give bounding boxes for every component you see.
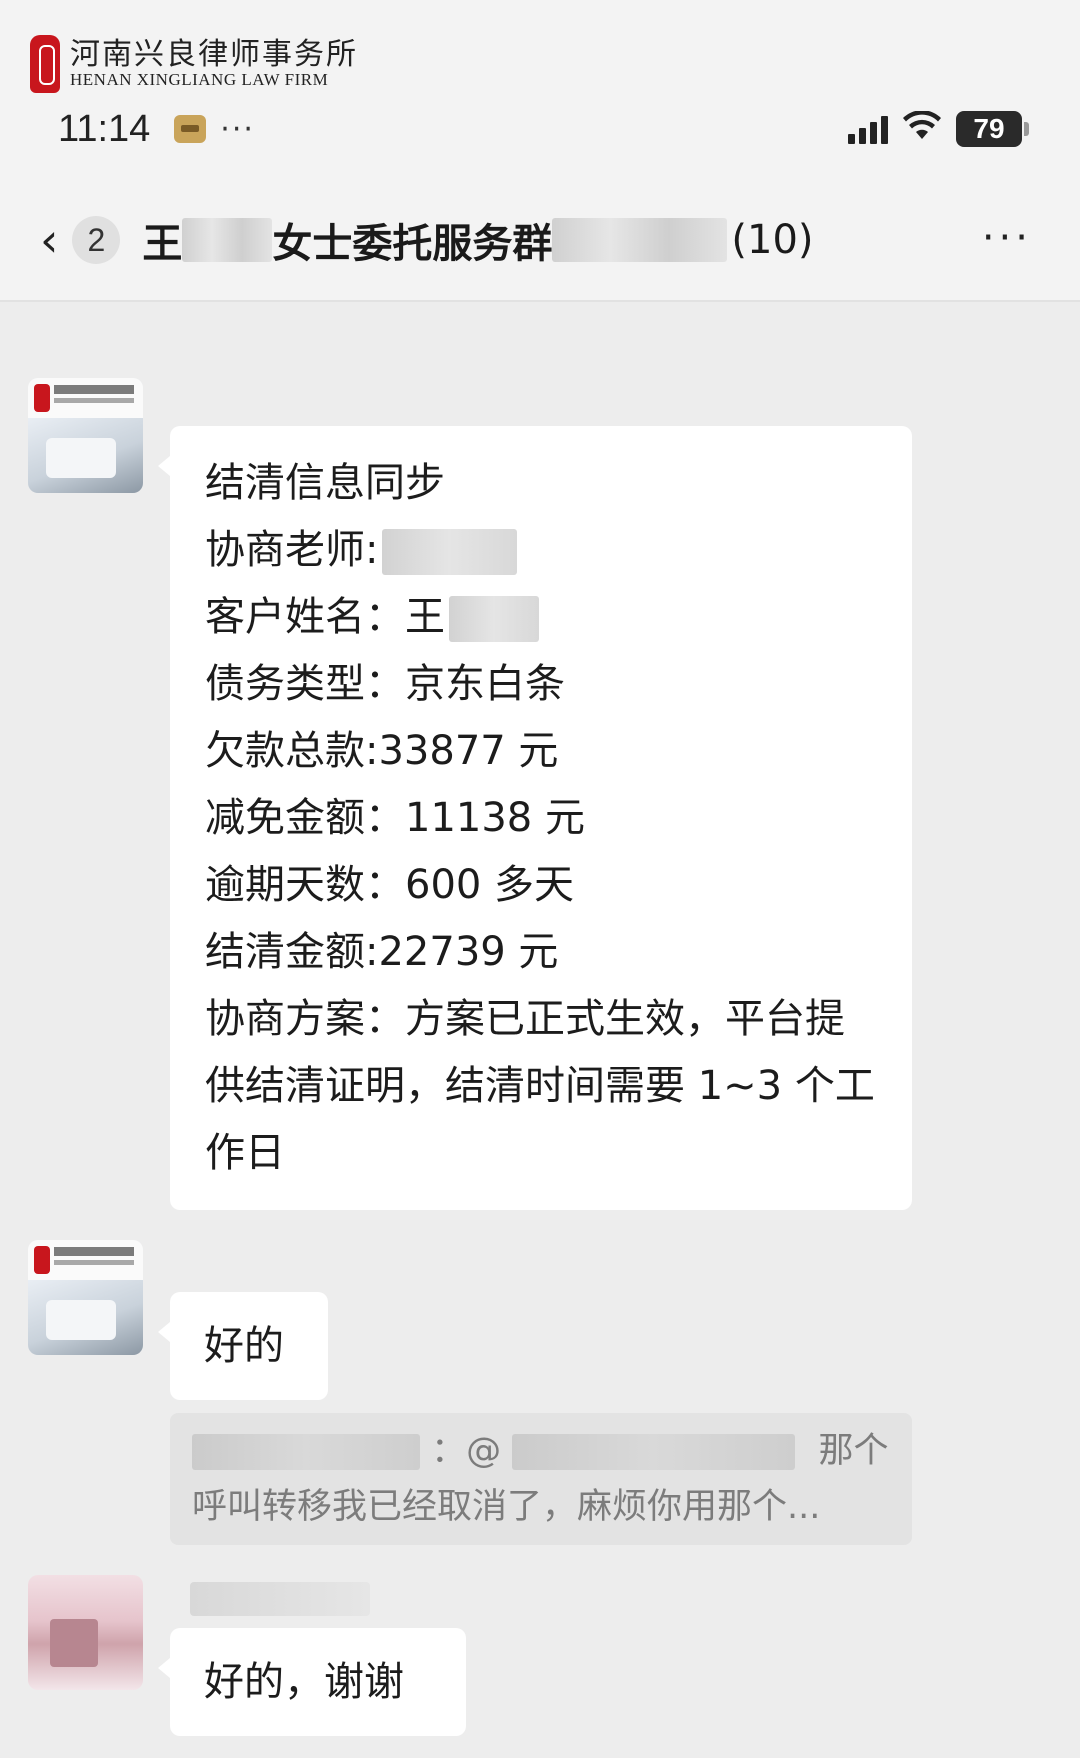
- message-bubble-settlement-info[interactable]: 结清信息同步 协商老师: 客户姓名：王 债务类型：京东白条 欠款总款:33877…: [158, 426, 912, 1210]
- quote-tail: 那个: [818, 1431, 889, 1471]
- redacted-id-blur: [552, 218, 728, 262]
- message-bubble-thanks[interactable]: 好的，谢谢: [158, 1628, 466, 1736]
- chat-title: 王 女士委托服务群 (10): [142, 211, 813, 269]
- title-prefix: 王: [142, 221, 183, 267]
- watermark-name-en: HENAN XINGLIANG LAW FIRM: [70, 69, 329, 89]
- title-middle: 女士委托服务群: [272, 221, 553, 267]
- member-count: (10): [731, 217, 814, 263]
- chat-header: ‹ 2 王 女士委托服务群 (10) ···: [0, 195, 1080, 285]
- msg-line-negotiator: 协商老师:: [205, 517, 877, 584]
- cellular-signal-icon: [848, 114, 888, 144]
- message-bubble-ok[interactable]: 好的: [158, 1292, 328, 1400]
- unread-count-badge[interactable]: 2: [72, 216, 121, 264]
- quote-separator: ：@: [431, 1431, 502, 1471]
- msg-line-title: 结清信息同步: [205, 460, 445, 506]
- msg-line-plan: 协商方案：方案已正式生效，平台提供结清证明，结清时间需要 1~3 个工作日: [205, 996, 875, 1176]
- notification-app-icon: [174, 115, 207, 143]
- msg-line-overdue-days: 逾期天数：600 多天: [205, 862, 575, 908]
- redacted-name-blur: [182, 218, 273, 262]
- quoted-message[interactable]: ：@ 那个 呼叫转移我已经取消了，麻烦你用那个...: [170, 1413, 912, 1545]
- firm-avatar[interactable]: [28, 378, 143, 493]
- redacted-name-blur: [512, 1434, 796, 1470]
- more-notifications-icon: ···: [220, 111, 255, 147]
- more-options-icon[interactable]: ···: [982, 215, 1032, 261]
- quote-text: 呼叫转移我已经取消了，麻烦你用那个...: [192, 1487, 821, 1527]
- msg-line-total-debt: 欠款总款:33877 元: [205, 728, 559, 774]
- status-time: 11:14: [58, 107, 151, 150]
- msg-line-settlement-amount: 结清金额:22739 元: [205, 929, 559, 975]
- redacted-name-blur: [192, 1434, 420, 1470]
- firm-avatar[interactable]: [28, 1240, 143, 1355]
- wifi-icon: [902, 110, 942, 147]
- msg-line-debt-type: 债务类型：京东白条: [205, 661, 565, 707]
- redacted-sender-name: [190, 1582, 370, 1616]
- msg-line-waiver: 减免金额：11138 元: [205, 795, 585, 841]
- seal-icon: [30, 35, 60, 93]
- back-arrow-icon[interactable]: ‹: [40, 217, 58, 263]
- msg-line-client: 客户姓名：王: [205, 584, 877, 651]
- redacted-name-blur: [382, 529, 518, 575]
- status-bar: 11:14 ··· 79: [58, 104, 1029, 154]
- watermark-name-cn: 河南兴良律师事务所: [70, 37, 358, 73]
- battery-indicator: 79: [956, 111, 1029, 147]
- user-avatar-blurred[interactable]: [28, 1575, 143, 1690]
- redacted-name-blur: [449, 596, 539, 642]
- law-firm-watermark-logo: 河南兴良律师事务所 HENAN XINGLIANG LAW FIRM: [30, 32, 358, 96]
- header-divider: [0, 300, 1080, 302]
